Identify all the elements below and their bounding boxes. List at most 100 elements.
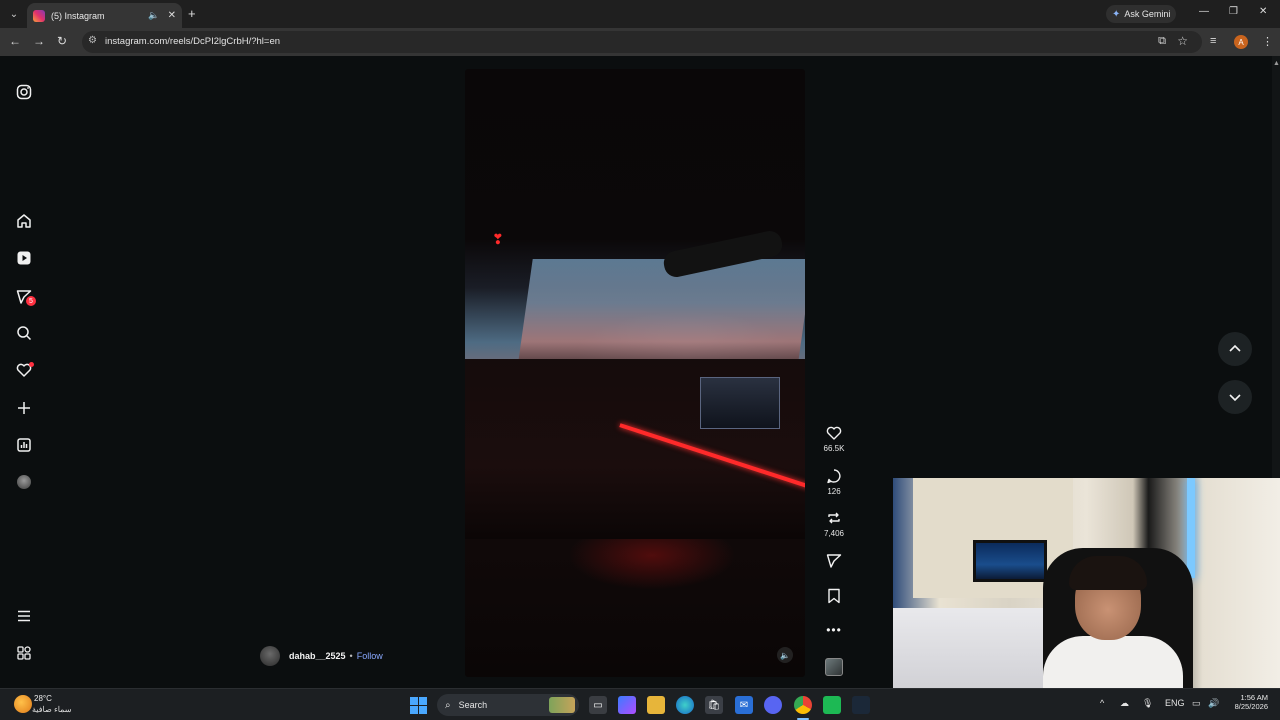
tray-overflow-icon[interactable]: ^ [1100, 698, 1104, 708]
app-icon[interactable] [823, 696, 841, 714]
profile-icon[interactable] [14, 472, 34, 492]
tab-title: (5) Instagram [51, 10, 105, 21]
profile-avatar[interactable]: A [1234, 35, 1248, 49]
bookmark-star-icon[interactable]: ☆ [1177, 34, 1188, 48]
instagram-icon[interactable] [14, 82, 34, 102]
dashboard-icon[interactable] [14, 435, 34, 455]
video-car-screen [700, 377, 780, 429]
repost-action[interactable]: 7,406 [818, 509, 850, 538]
instagram-favicon-icon [33, 9, 45, 22]
save-action[interactable] [818, 587, 850, 605]
minimize-icon[interactable]: — [1199, 6, 1209, 17]
browser-tab-instagram[interactable]: (5) Instagram 🔈 ✕ [27, 3, 182, 28]
reel-video[interactable]: ❣ 🔈 [465, 69, 805, 677]
webcam-person-headset [1069, 556, 1147, 590]
mail-icon[interactable]: ✉ [735, 696, 753, 714]
create-icon[interactable] [14, 398, 34, 418]
scroll-up-arrow-icon[interactable]: ▲ [1273, 60, 1280, 70]
weather-description[interactable]: سماء صافية [32, 705, 72, 714]
restore-icon[interactable]: ❐ [1229, 6, 1238, 17]
system-clock[interactable]: 1:56 AM 8/25/2026 [1228, 693, 1268, 711]
like-icon[interactable] [818, 424, 850, 442]
repost-count: 7,406 [823, 529, 845, 538]
chrome-icon[interactable] [794, 696, 812, 714]
author-separator: • [349, 651, 353, 661]
steam-icon[interactable] [852, 696, 870, 714]
tab-audio-icon[interactable]: 🔈 [148, 10, 159, 21]
edge-icon[interactable] [676, 696, 694, 714]
browser-tab-strip: ⌄ (5) Instagram 🔈 ✕ + ✦ Ask Gemini — ❐ ✕ [0, 0, 1280, 28]
gemini-sparkle-icon: ✦ [1112, 8, 1121, 20]
more-action[interactable]: ••• [818, 621, 850, 639]
ask-gemini-label: Ask Gemini [1124, 9, 1171, 19]
volume-icon[interactable]: 🔊 [1208, 698, 1219, 709]
reading-list-icon[interactable]: ≡ [1210, 35, 1216, 47]
window-close-icon[interactable]: ✕ [1259, 6, 1267, 17]
notifications-dot [29, 362, 34, 367]
new-tab-icon[interactable]: + [188, 6, 196, 21]
back-icon[interactable]: ← [9, 34, 21, 48]
reload-icon[interactable]: ↻ [57, 34, 67, 48]
author-avatar[interactable] [260, 646, 280, 666]
webcam-light-strip [1187, 478, 1195, 578]
reels-icon[interactable] [14, 248, 34, 268]
webcam-monitor [973, 540, 1047, 582]
follow-button[interactable]: Follow [357, 651, 383, 661]
like-count: 66.5K [823, 444, 845, 453]
weather-temperature[interactable]: 28°C [34, 694, 52, 703]
clock-date: 8/25/2026 [1234, 702, 1268, 711]
comment-icon[interactable] [818, 467, 850, 485]
reel-author: dahab__2525 • Follow [260, 646, 383, 666]
webcam-person-shirt [1043, 636, 1183, 695]
webcam-overlay [893, 478, 1280, 695]
home-icon[interactable] [14, 211, 34, 231]
share-icon[interactable] [818, 552, 850, 570]
next-reel-button[interactable] [1218, 380, 1252, 414]
copilot-icon[interactable] [618, 696, 636, 714]
search-icon[interactable] [14, 323, 34, 343]
address-bar[interactable]: ⚙ instagram.com/reels/DcPI2lgCrbH/?hl=en… [82, 31, 1202, 53]
windows-start-icon[interactable] [410, 697, 427, 714]
share-action[interactable] [818, 552, 850, 570]
like-action[interactable]: 66.5K [818, 424, 850, 453]
search-highlight-icon [549, 697, 575, 713]
install-app-icon[interactable]: ⧉ [1158, 35, 1166, 48]
taskbar-search-icon: ⌕ [445, 699, 451, 711]
clock-time: 1:56 AM [1240, 693, 1268, 702]
webcam-bed [893, 608, 1053, 695]
original-audio-thumbnail[interactable] [825, 658, 843, 676]
task-view-icon[interactable]: ▭ [589, 696, 607, 714]
comment-action[interactable]: 126 [818, 467, 850, 496]
browser-toolbar: ← → ↻ ⚙ instagram.com/reels/DcPI2lgCrbH/… [0, 28, 1280, 56]
file-explorer-icon[interactable] [647, 696, 665, 714]
author-username[interactable]: dahab__2525 [289, 651, 346, 661]
heart-emoji-icon: ❣ [492, 231, 504, 247]
language-indicator[interactable]: ENG [1165, 698, 1185, 708]
taskbar-search[interactable]: ⌕ Search [437, 694, 579, 716]
site-info-icon[interactable]: ⚙ [88, 35, 97, 46]
audio-toggle-icon[interactable]: 🔈 [777, 647, 793, 663]
save-icon[interactable] [818, 587, 850, 605]
also-from-meta-icon[interactable] [14, 643, 34, 663]
microsoft-store-icon[interactable]: 🛍 [705, 696, 723, 714]
more-icon[interactable]: ••• [818, 621, 850, 639]
ask-gemini-button[interactable]: ✦ Ask Gemini [1106, 5, 1177, 23]
url-text[interactable]: instagram.com/reels/DcPI2lgCrbH/?hl=en [105, 36, 280, 47]
weather-icon[interactable] [14, 695, 32, 713]
forward-icon[interactable]: → [33, 34, 45, 48]
network-app-icon[interactable]: ☁ [1120, 698, 1129, 709]
video-windshield [517, 259, 805, 369]
discord-icon[interactable] [764, 696, 782, 714]
taskbar-search-label: Search [458, 700, 488, 710]
comment-count: 126 [827, 487, 841, 496]
tab-close-icon[interactable]: ✕ [168, 10, 176, 21]
menu-icon[interactable] [14, 606, 34, 626]
previous-reel-button[interactable] [1218, 332, 1252, 366]
browser-menu-icon[interactable]: ⋮ [1262, 35, 1273, 48]
tab-search-icon[interactable]: ⌄ [5, 5, 23, 23]
microphone-icon[interactable]: 🎙 [1142, 698, 1153, 709]
messages-badge: 5 [26, 296, 36, 306]
wifi-icon[interactable]: ▭ [1192, 698, 1201, 709]
repost-icon[interactable] [818, 509, 850, 527]
windows-taskbar: 28°C سماء صافية ⌕ Search ▭ 🛍 ✉ ^ ☁ 🎙 ENG… [0, 688, 1280, 720]
